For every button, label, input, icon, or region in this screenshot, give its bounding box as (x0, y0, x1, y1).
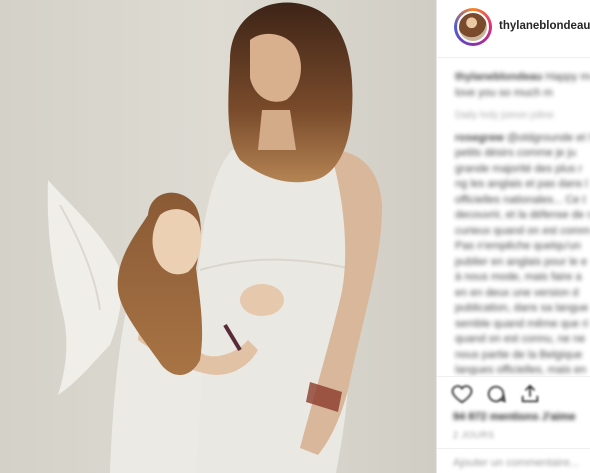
divider (437, 448, 590, 449)
post-header: thylaneblondeau (437, 0, 590, 58)
comment-icon[interactable] (485, 383, 507, 405)
likes-count[interactable]: 94 872 mentions J'aime (453, 411, 575, 423)
comment: rosegrew @oldgrounde et Mo petits désirs… (455, 131, 590, 376)
photo-illustration (0, 0, 436, 473)
comment-text: curieux quand on est comme (455, 224, 590, 237)
post-actions (451, 383, 541, 407)
heart-icon[interactable] (451, 383, 473, 405)
comment-text: decouvrir, et la défense de s (455, 209, 590, 221)
comment-text: nous partie de la Belgique (455, 348, 583, 361)
comment-text: grande majorité des plus r (455, 162, 583, 175)
comment-text: publication, dans sa langue (455, 302, 589, 314)
comment-text: à nous mode, mais faire a (455, 271, 582, 283)
divider (437, 376, 590, 377)
comment: thylaneblondeau Happy mo love you so muc… (455, 70, 590, 101)
comment-text: publier en anglais pour le e (455, 255, 588, 268)
comment-text: Pas n'empêche quelqu'un (455, 240, 581, 252)
comment-text: love you so much m (455, 86, 553, 99)
comment-text: officielles nationales... Ce t (455, 193, 586, 206)
comment-text: ng les anglais et pas dans l (455, 178, 588, 190)
post-photo[interactable] (0, 0, 436, 473)
username-link[interactable]: thylaneblondeau (499, 20, 590, 32)
comment-text: Happy mo (545, 71, 590, 83)
comment-username[interactable]: thylaneblondeau (455, 71, 542, 83)
post-date: 2 JOURS (453, 430, 495, 440)
comments-list: thylaneblondeau Happy mo love you so muc… (455, 70, 590, 375)
comment-username[interactable]: rosegrew (455, 132, 504, 144)
comment-text: langues officielles, mais en (455, 364, 587, 375)
comment-meta: Daily holy joinon joline (455, 110, 554, 121)
avatar[interactable] (457, 11, 489, 43)
comment-text: petits désirs comme je ju (455, 147, 577, 159)
story-ring[interactable] (454, 8, 492, 46)
comment-text: en en deux une version d (455, 286, 579, 299)
post-side-panel: thylaneblondeau thylaneblondeau Happy mo… (436, 0, 590, 473)
add-comment-input[interactable]: Ajouter un commentaire... (453, 457, 579, 469)
share-icon[interactable] (519, 383, 541, 405)
comment-text: @oldgrounde et Mo (506, 131, 590, 144)
comment-text: semble quand même que ri (455, 317, 589, 330)
comment-text: quand on est connu, ne ne (455, 333, 586, 345)
